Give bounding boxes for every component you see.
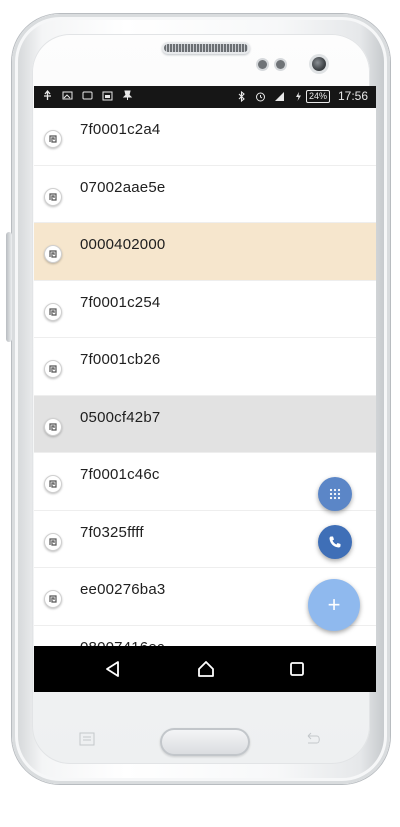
nfc-tag-icon — [44, 590, 62, 608]
bluetooth-icon — [238, 90, 245, 102]
status-bar: 24% 17:56 — [34, 86, 376, 108]
keypad-button[interactable] — [318, 477, 352, 511]
charging-icon — [295, 91, 301, 101]
tag-id: 7f0001c2a4 — [80, 121, 161, 138]
list-item[interactable]: 7f0001c2a4 — [34, 108, 376, 166]
call-button[interactable] — [318, 525, 352, 559]
nfc-tag-icon — [44, 532, 62, 551]
nfc-tag-icon — [44, 302, 62, 321]
phone-icon — [329, 536, 341, 548]
calendar-icon — [102, 91, 113, 101]
list-item[interactable]: 0000402000 — [34, 223, 376, 281]
tag-id: 7f0001c254 — [80, 293, 161, 311]
image-icon — [62, 91, 73, 100]
usb-icon — [44, 90, 51, 100]
list-item[interactable]: 07002aae5e — [34, 166, 376, 223]
tag-id: 7f0001c46c — [80, 466, 160, 483]
tag-list: 7f0001c2a4 07002aae5e 0000402000 7f0001c… — [34, 108, 376, 646]
tag-id: 0000402000 — [80, 236, 166, 253]
nfc-tag-icon — [44, 130, 62, 148]
nfc-tag-icon — [44, 475, 62, 493]
nfc-tag-icon — [44, 360, 62, 378]
tag-id: 07002aae5e — [80, 178, 166, 196]
nfc-tag-icon — [44, 245, 62, 263]
system-icons: 24% 17:56 — [236, 89, 368, 103]
plus-icon: + — [327, 592, 341, 617]
recents-square-icon — [290, 662, 304, 676]
proximity-sensor — [258, 60, 267, 69]
list-item[interactable]: 7f0001cb26 — [34, 338, 376, 396]
phone-screen: 24% 17:56 7f0001c2a4 07002aae5e 00004020… — [34, 86, 376, 692]
nav-recents-button[interactable] — [284, 656, 310, 682]
tag-id: 0500cf42b7 — [80, 408, 161, 426]
hardware-menu-icon[interactable] — [76, 732, 98, 746]
hardware-back-icon[interactable] — [302, 732, 324, 746]
list-item[interactable]: 0500cf42b7 — [34, 395, 376, 453]
add-button[interactable]: + — [308, 579, 360, 631]
pin-icon — [122, 90, 133, 100]
front-camera — [312, 57, 326, 71]
light-sensor — [276, 60, 285, 69]
screenshot-icon — [82, 91, 93, 100]
earpiece-speaker — [164, 44, 248, 52]
hardware-home-button[interactable] — [160, 728, 250, 756]
list-item[interactable]: 7f0001c254 — [34, 281, 376, 338]
tag-id: 7f0001cb26 — [80, 351, 161, 368]
back-triangle-icon — [106, 661, 119, 677]
navigation-bar — [34, 646, 376, 692]
notification-icons — [42, 90, 133, 101]
nav-back-button[interactable] — [100, 656, 126, 682]
dialpad-icon — [329, 488, 341, 500]
nfc-tag-icon — [44, 417, 62, 436]
alarm-icon — [255, 92, 265, 101]
tag-id: 08007416ec — [80, 639, 165, 647]
nav-home-button[interactable] — [193, 656, 219, 682]
tag-id: ee00276ba3 — [80, 581, 166, 598]
tag-id: 7f0325ffff — [80, 523, 144, 541]
nfc-tag-icon — [44, 187, 62, 206]
status-clock: 17:56 — [337, 89, 368, 103]
battery-percent: 24% — [305, 89, 330, 103]
battery-indicator: 24% — [293, 89, 330, 103]
volume-button — [6, 232, 12, 342]
signal-icon — [274, 91, 284, 101]
home-icon — [198, 661, 214, 677]
